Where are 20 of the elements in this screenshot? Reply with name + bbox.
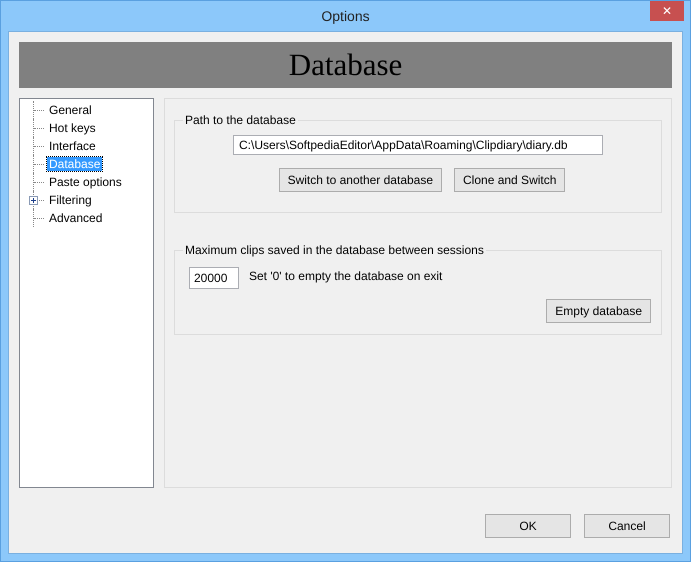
tree-item[interactable]: General [47, 103, 94, 117]
dialog-button[interactable]: Cancel [584, 514, 670, 538]
clips-field[interactable]: 20000 [189, 267, 239, 289]
close-button[interactable]: ✕ [650, 1, 684, 21]
expand-icon[interactable] [29, 196, 38, 205]
window-title: Options [321, 8, 370, 24]
action-button[interactable]: Switch to another database [278, 168, 442, 192]
tree-item[interactable]: Interface [47, 139, 98, 153]
dialog-button[interactable]: OK [485, 514, 571, 538]
page-header: Database [19, 42, 672, 88]
empty-database-button[interactable]: Empty database [546, 299, 651, 323]
tree-item[interactable]: Advanced [47, 211, 104, 225]
tree-item[interactable]: Hot keys [47, 121, 98, 135]
tree-item[interactable]: Paste options [47, 175, 124, 189]
hint-text: Set '0' to empty the database on exit [249, 269, 442, 283]
tree-item[interactable]: Filtering [47, 193, 94, 207]
path-field[interactable]: C:\Users\SoftpediaEditor\AppData\Roaming\Clipdiary\diary.db [233, 135, 603, 155]
action-button[interactable]: Clone and Switch [454, 168, 566, 192]
group-label: Path to the database [184, 113, 297, 127]
group-label: Maximum clips saved in the database between sessions [184, 243, 485, 257]
